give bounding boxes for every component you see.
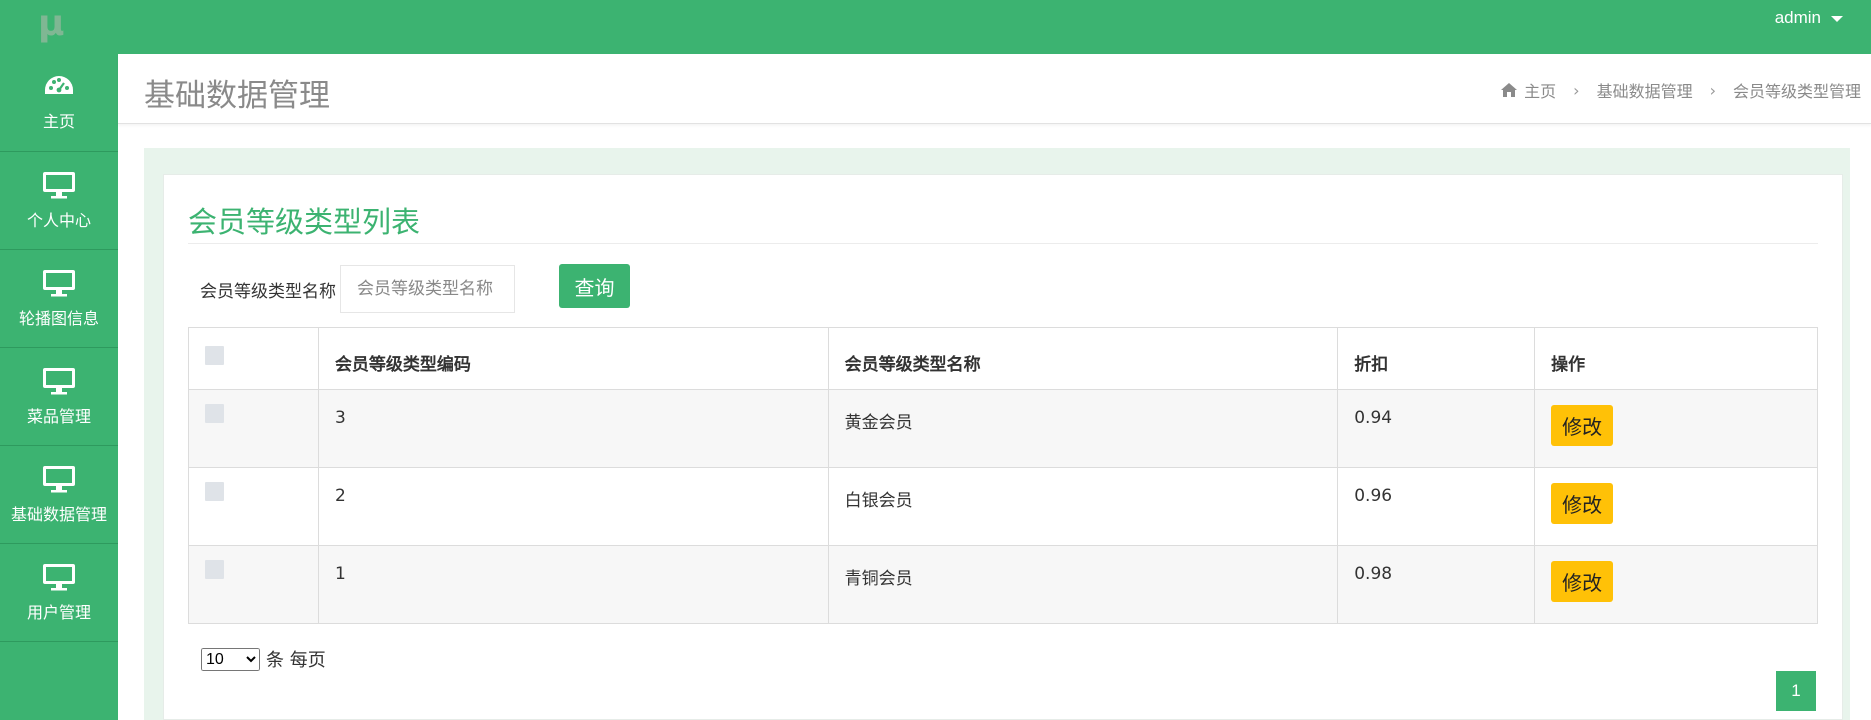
logo: μ bbox=[38, 3, 65, 44]
data-table: 会员等级类型编码 会员等级类型名称 折扣 操作 3 黄金会员 0.94 修改 2… bbox=[188, 327, 1818, 624]
monitor-icon bbox=[43, 563, 75, 590]
sidebar-item-label: 个人中心 bbox=[26, 210, 91, 230]
panel-title: 会员等级类型列表 bbox=[188, 205, 421, 239]
select-all-checkbox[interactable] bbox=[205, 346, 224, 365]
sidebar-item-label: 用户管理 bbox=[26, 602, 91, 622]
sidebar-item-label: 菜品管理 bbox=[26, 406, 91, 426]
column-header: 操作 bbox=[1534, 327, 1818, 390]
page-header: 基础数据管理 主页 › 基础数据管理 › 会员等级类型管理 bbox=[118, 54, 1871, 124]
row-checkbox[interactable] bbox=[205, 482, 224, 501]
table-row: 1 青铜会员 0.98 修改 bbox=[188, 545, 1818, 624]
page-size-control: 10 条 每页 bbox=[201, 646, 326, 672]
chevron-right-icon: › bbox=[1709, 80, 1716, 100]
cell-actions: 修改 bbox=[1534, 545, 1818, 624]
table-row: 3 黄金会员 0.94 修改 bbox=[188, 389, 1818, 468]
column-header: 折扣 bbox=[1337, 327, 1536, 390]
list-panel: 会员等级类型列表 会员等级类型名称 查询 会员等级类型编码 会员等级类型名称 折… bbox=[163, 174, 1843, 720]
page-number-button[interactable]: 1 bbox=[1776, 671, 1816, 711]
sidebar: 主页 个人中心 轮播图信息 菜品管理 基础数据管理 用户管理 bbox=[0, 54, 118, 720]
monitor-icon bbox=[43, 171, 75, 198]
sidebar-item-label: 基础数据管理 bbox=[10, 504, 107, 524]
breadcrumb: 主页 › 基础数据管理 › 会员等级类型管理 bbox=[1501, 78, 1861, 102]
search-input[interactable] bbox=[340, 265, 515, 313]
cell-actions: 修改 bbox=[1534, 389, 1818, 468]
cell-code: 2 bbox=[317, 467, 829, 546]
user-name: admin bbox=[1774, 8, 1821, 27]
sidebar-item-users[interactable]: 用户管理 bbox=[0, 544, 118, 642]
cell-name: 白银会员 bbox=[827, 467, 1339, 546]
dashboard-icon bbox=[45, 75, 73, 94]
cell-discount: 0.98 bbox=[1337, 545, 1536, 624]
monitor-icon bbox=[43, 367, 75, 394]
sidebar-item-label: 轮播图信息 bbox=[18, 308, 99, 328]
select-cell bbox=[188, 467, 319, 546]
row-checkbox[interactable] bbox=[205, 560, 224, 579]
top-bar: μ admin bbox=[0, 0, 1871, 54]
row-checkbox[interactable] bbox=[205, 404, 224, 423]
monitor-icon bbox=[43, 269, 75, 296]
home-icon bbox=[1501, 83, 1518, 97]
edit-button[interactable]: 修改 bbox=[1551, 483, 1614, 524]
search-label: 会员等级类型名称 bbox=[200, 281, 336, 302]
cell-code: 3 bbox=[317, 389, 829, 468]
table-header-row: 会员等级类型编码 会员等级类型名称 折扣 操作 bbox=[188, 327, 1818, 390]
sidebar-item-profile[interactable]: 个人中心 bbox=[0, 152, 118, 250]
per-page-label: 条 每页 bbox=[266, 650, 326, 671]
breadcrumb-item[interactable]: 基础数据管理 bbox=[1597, 78, 1693, 102]
user-menu[interactable]: admin bbox=[1775, 8, 1843, 28]
cell-name: 黄金会员 bbox=[827, 389, 1339, 468]
cell-discount: 0.94 bbox=[1337, 389, 1536, 468]
sidebar-item-dishes[interactable]: 菜品管理 bbox=[0, 348, 118, 446]
select-cell bbox=[188, 545, 319, 624]
monitor-icon bbox=[43, 465, 75, 492]
page-size-select[interactable]: 10 bbox=[201, 647, 260, 671]
sidebar-item-carousel[interactable]: 轮播图信息 bbox=[0, 250, 118, 348]
breadcrumb-home[interactable]: 主页 bbox=[1501, 78, 1556, 102]
select-all-cell bbox=[188, 327, 319, 390]
select-cell bbox=[188, 389, 319, 468]
sidebar-item-basic-data[interactable]: 基础数据管理 bbox=[0, 446, 118, 544]
column-header: 会员等级类型名称 bbox=[827, 327, 1339, 390]
cell-code: 1 bbox=[317, 545, 829, 624]
table-row: 2 白银会员 0.96 修改 bbox=[188, 467, 1818, 546]
search-button[interactable]: 查询 bbox=[559, 264, 630, 308]
edit-button[interactable]: 修改 bbox=[1551, 561, 1614, 602]
sidebar-item-label: 主页 bbox=[42, 111, 75, 131]
breadcrumb-label: 主页 bbox=[1524, 82, 1557, 101]
column-header: 会员等级类型编码 bbox=[317, 327, 829, 390]
sidebar-item-home[interactable]: 主页 bbox=[0, 54, 118, 152]
cell-discount: 0.96 bbox=[1337, 467, 1536, 546]
edit-button[interactable]: 修改 bbox=[1551, 405, 1614, 446]
cell-name: 青铜会员 bbox=[827, 545, 1339, 624]
page-title: 基础数据管理 bbox=[144, 78, 330, 114]
chevron-right-icon: › bbox=[1573, 80, 1580, 100]
cell-actions: 修改 bbox=[1534, 467, 1818, 546]
search-form: 会员等级类型名称 查询 bbox=[200, 264, 630, 313]
breadcrumb-current: 会员等级类型管理 bbox=[1732, 82, 1861, 101]
divider bbox=[188, 243, 1818, 244]
caret-down-icon bbox=[1831, 16, 1843, 22]
